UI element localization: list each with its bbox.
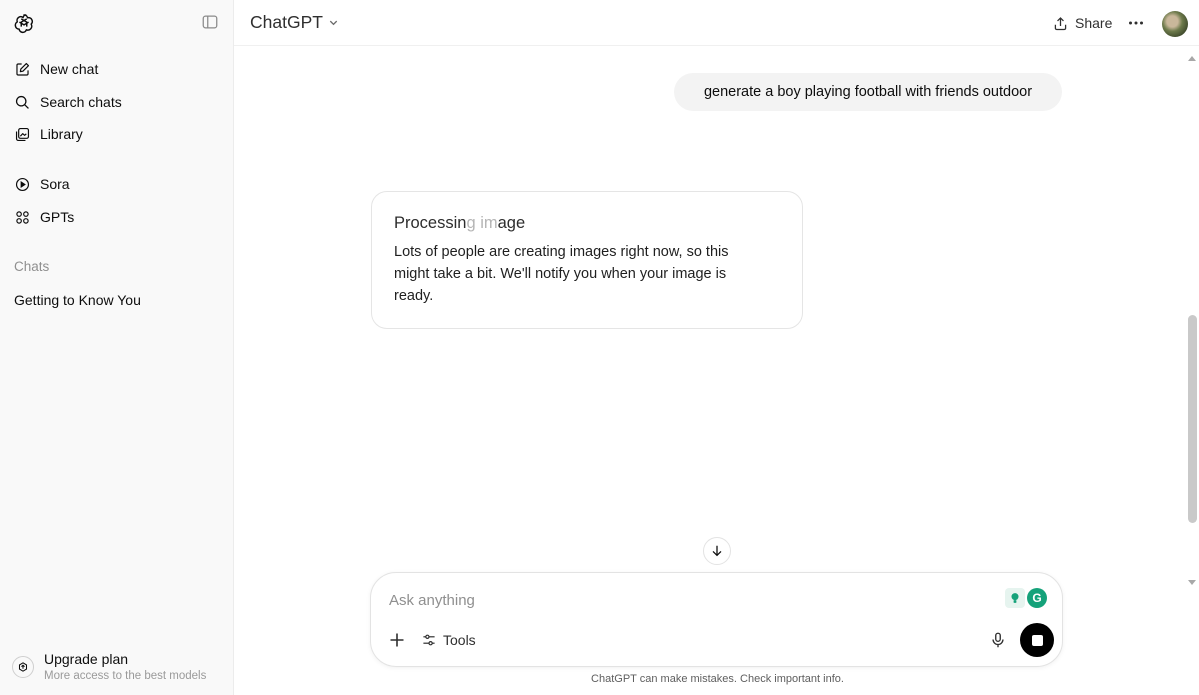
chats-section-label: Chats [14,259,50,274]
grammarly-icon[interactable]: G [1027,588,1047,608]
sidebar-item-label: Sora [40,176,70,192]
dictate-button[interactable] [989,631,1009,651]
share-button[interactable]: Share [1052,12,1112,34]
scroll-up-arrow-icon[interactable] [1188,56,1196,61]
scroll-to-bottom-button[interactable] [703,537,731,565]
lightbulb-extension-icon[interactable] [1005,588,1025,608]
disclaimer-text: ChatGPT can make mistakes. Check importa… [591,673,844,685]
chevron-down-icon [329,20,338,26]
prompt-input[interactable] [389,589,969,611]
arrow-down-icon [712,545,722,557]
library-icon [15,127,30,141]
top-header: ChatGPT Share [234,0,1199,46]
microphone-icon [992,632,1004,648]
play-circle-icon [15,177,30,191]
add-attachment-button[interactable] [387,630,407,650]
processing-title-shimmer: g im [466,214,498,232]
sidebar-item-new-chat[interactable]: New chat [8,54,226,84]
sliders-icon [423,634,435,646]
scroll-down-arrow-icon[interactable] [1188,580,1196,585]
extension-icons: G [1005,588,1047,608]
chat-history-item[interactable]: Getting to Know You [8,285,226,315]
share-icon [1054,16,1067,30]
scrollbar-thumb[interactable] [1188,315,1197,523]
main-scrollbar[interactable] [1185,48,1199,588]
image-processing-card: Processing image Lots of people are crea… [371,191,803,329]
sidebar-item-search-chats[interactable]: Search chats [8,87,226,117]
sidebar-item-label: New chat [40,61,99,77]
tools-label: Tools [443,632,476,648]
model-name: ChatGPT [250,12,323,32]
sidebar-item-label: GPTs [40,209,75,225]
processing-title-text: Processin [394,214,467,232]
processing-title-end: age [497,214,526,232]
user-message: generate a boy playing football with fri… [674,73,1062,111]
sidebar-item-sora[interactable]: Sora [8,169,226,199]
new-chat-icon [16,62,30,76]
sidebar-item-library[interactable]: Library [8,119,226,149]
tools-button[interactable]: Tools [421,630,476,650]
more-options-icon[interactable] [1126,13,1146,33]
sidebar-toggle-icon[interactable] [201,13,221,33]
processing-title: Processing image [394,214,780,233]
stop-generating-button[interactable] [1020,623,1054,657]
share-label: Share [1075,15,1113,31]
stop-icon [1031,634,1043,646]
sidebar-item-label: Library [40,126,83,142]
model-selector[interactable]: ChatGPT [250,12,339,33]
grid-icon [16,210,29,224]
processing-message: Lots of people are creating images right… [394,244,729,304]
upgrade-title: Upgrade plan [44,650,129,667]
sidebar-item-gpts[interactable]: GPTs [8,202,226,232]
avatar[interactable] [1162,11,1188,37]
upgrade-plan-button[interactable]: Upgrade plan More access to the best mod… [8,645,226,689]
composer: G Tools [370,572,1063,667]
sidebar: New chat Search chats Library Sora GPTs … [0,0,234,695]
search-icon [15,95,29,109]
openai-logo-icon[interactable] [13,12,35,34]
plus-icon [390,633,404,647]
upgrade-icon [12,656,34,678]
upgrade-subtitle: More access to the best models [44,669,207,682]
sidebar-item-label: Search chats [40,94,122,110]
